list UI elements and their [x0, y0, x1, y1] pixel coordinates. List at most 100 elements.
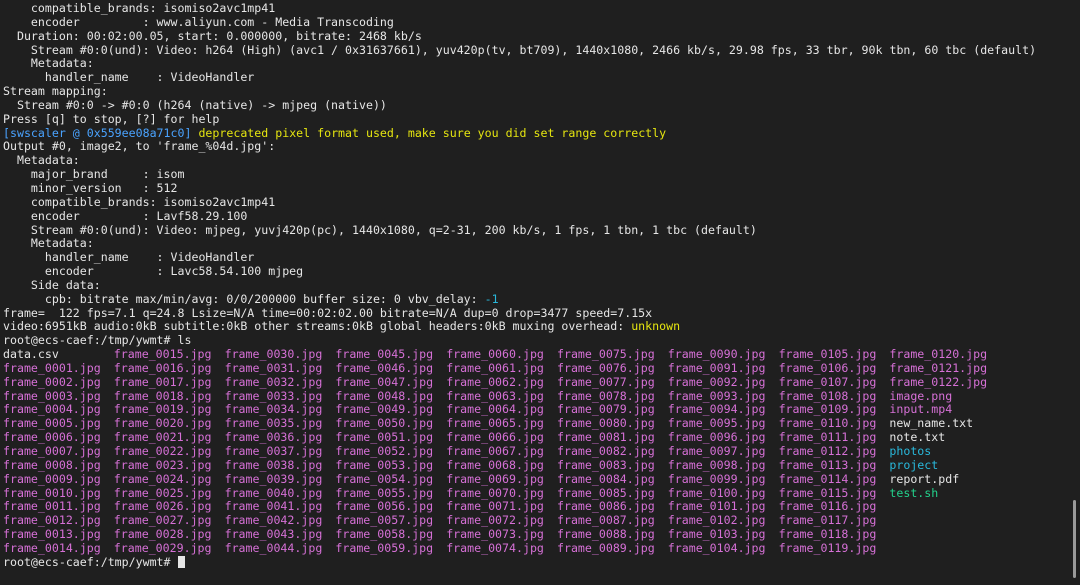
ls-entry: frame_0080.jpg	[556, 417, 655, 431]
ls-entry: frame_0032.jpg	[224, 375, 323, 389]
ls-entry: new_name.txt	[889, 417, 974, 431]
warning-line: [swscaler @ 0x559ee08a71c0] deprecated p…	[3, 125, 1068, 141]
ls-entry: frame_0120.jpg	[889, 348, 988, 362]
ls-entry: frame_0021.jpg	[113, 431, 212, 445]
ls-entry: frame_0040.jpg	[224, 486, 323, 500]
ls-entry: frame_0026.jpg	[113, 500, 212, 514]
cpb-line: cpb: bitrate max/min/avg: 0/0/200000 buf…	[3, 291, 1068, 307]
ls-entry: frame_0119.jpg	[778, 541, 877, 555]
scrollbar[interactable]	[1070, 0, 1078, 585]
ls-entry: frame_0070.jpg	[446, 486, 544, 500]
ls-entry: frame_0112.jpg	[778, 445, 877, 458]
ls-entry: frame_0011.jpg	[3, 500, 101, 514]
output-line: Stream #0:0(und): Video: h264 (High) (av…	[3, 42, 1037, 57]
output-line: compatible_brands: isomiso2avc1mp41	[3, 194, 276, 209]
output-line: Metadata:	[3, 56, 94, 71]
output-line: Stream #0:0 -> #0:0 (h264 (native) -> mj…	[3, 97, 387, 112]
ls-entry: frame_0122.jpg	[889, 375, 988, 389]
ls-entry: frame_0065.jpg	[446, 417, 544, 431]
ls-entry: frame_0082.jpg	[556, 445, 655, 458]
ls-entry: frame_0012.jpg	[3, 514, 101, 528]
ls-entry: frame_0046.jpg	[335, 361, 434, 375]
ls-entry: frame_0029.jpg	[113, 541, 212, 555]
ls-entry: frame_0117.jpg	[778, 514, 877, 528]
vbv-delay-value: -1	[484, 291, 499, 306]
ls-entry: frame_0095.jpg	[667, 417, 766, 431]
ls-entry: note.txt	[889, 431, 946, 445]
ls-entry: frame_0052.jpg	[335, 445, 434, 458]
output-line: Side data:	[3, 277, 101, 292]
ls-entry: frame_0106.jpg	[778, 361, 877, 375]
ls-entry: frame_0053.jpg	[335, 458, 434, 472]
ls-entry: frame_0033.jpg	[224, 389, 323, 403]
ls-entry: frame_0013.jpg	[3, 528, 101, 542]
ls-entry: frame_0020.jpg	[113, 417, 212, 431]
ls-entry: data.csv	[3, 348, 59, 362]
ls-entry: frame_0060.jpg	[446, 348, 544, 362]
summary-text: video:6951kB audio:0kB subtitle:0kB othe…	[3, 319, 632, 334]
ls-entry: frame_0096.jpg	[667, 431, 766, 445]
ls-entry: image.png	[889, 389, 953, 403]
ls-entry: frame_0090.jpg	[667, 348, 766, 362]
output-line: Press [q] to stop, [?] for help	[3, 111, 220, 126]
ls-entry: frame_0007.jpg	[3, 445, 101, 458]
ls-entry: frame_0057.jpg	[335, 514, 434, 528]
ls-entry: frame_0044.jpg	[224, 541, 323, 555]
text-cursor[interactable]	[177, 555, 185, 568]
ls-entry: frame_0034.jpg	[224, 403, 323, 417]
output-line: Metadata:	[3, 236, 94, 251]
ls-entry: frame_0014.jpg	[3, 541, 101, 555]
ls-entry	[889, 542, 1000, 556]
ls-entry: frame_0109.jpg	[778, 403, 877, 417]
warning-message: deprecated pixel format used, make sure …	[191, 125, 667, 140]
ls-entry: frame_0008.jpg	[3, 458, 101, 472]
output-line: encoder : Lavc58.54.100 mjpeg	[3, 264, 304, 279]
ls-entry: frame_0108.jpg	[778, 389, 877, 403]
ls-entry: frame_0050.jpg	[335, 417, 434, 431]
ls-entry: frame_0078.jpg	[556, 389, 655, 403]
ls-entry: frame_0098.jpg	[667, 458, 766, 472]
ls-entry	[889, 514, 1000, 528]
ls-entry: frame_0083.jpg	[556, 458, 655, 472]
ls-entry: frame_0047.jpg	[335, 375, 434, 389]
ls-entry	[889, 500, 1000, 514]
ls-entry: frame_0031.jpg	[224, 361, 323, 375]
ls-entry: frame_0091.jpg	[667, 361, 766, 375]
output-line: handler_name : VideoHandler	[3, 250, 255, 265]
ls-entry: test.sh	[889, 486, 939, 500]
ls-entry: frame_0107.jpg	[778, 375, 877, 389]
shell-command: ls	[170, 333, 192, 348]
output-line: Metadata:	[3, 153, 80, 168]
ls-entry: frame_0071.jpg	[446, 500, 544, 514]
ls-entry: frame_0087.jpg	[556, 514, 655, 528]
ls-entry: frame_0058.jpg	[335, 528, 434, 542]
ls-entry: frame_0116.jpg	[778, 500, 877, 514]
ls-entry: frame_0018.jpg	[113, 389, 212, 403]
ls-entry: frame_0072.jpg	[446, 514, 544, 528]
ls-entry: frame_0045.jpg	[335, 348, 434, 362]
ls-entry: frame_0068.jpg	[446, 458, 544, 472]
terminal-output[interactable]: compatible_brands: isomiso2avc1mp41 enco…	[3, 1, 1068, 585]
ls-entry: frame_0064.jpg	[446, 403, 544, 417]
ls-entry: frame_0024.jpg	[113, 472, 212, 486]
muxing-overhead-value: unknown	[631, 319, 681, 334]
ls-listing: data.csv frame_0015.jpg frame_0030.jpg fram…	[3, 348, 1068, 556]
ls-entry: frame_0042.jpg	[224, 514, 323, 528]
ls-entry: frame_0088.jpg	[556, 528, 655, 542]
ls-entry: frame_0049.jpg	[335, 403, 434, 417]
ls-entry: frame_0015.jpg	[113, 348, 212, 362]
ls-entry: frame_0077.jpg	[556, 375, 655, 389]
ls-entry: frame_0043.jpg	[224, 528, 323, 542]
shell-prompt: root@ecs-caef:/tmp/ywmt#	[3, 333, 171, 348]
ls-entry: frame_0030.jpg	[224, 348, 323, 362]
ls-entry: frame_0001.jpg	[3, 361, 101, 375]
output-line: encoder : Lavf58.29.100	[3, 208, 248, 223]
summary-line: video:6951kB audio:0kB subtitle:0kB othe…	[3, 319, 1068, 334]
scrollbar-thumb[interactable]	[1073, 500, 1076, 578]
output-line: encoder : www.aliyun.com - Media Transco…	[3, 14, 394, 29]
ls-entry: frame_0059.jpg	[335, 541, 434, 555]
ls-entry: frame_0055.jpg	[335, 486, 434, 500]
ls-entry: frame_0097.jpg	[667, 445, 766, 458]
ls-entry: frame_0086.jpg	[556, 500, 655, 514]
ls-entry: frame_0006.jpg	[3, 431, 101, 445]
